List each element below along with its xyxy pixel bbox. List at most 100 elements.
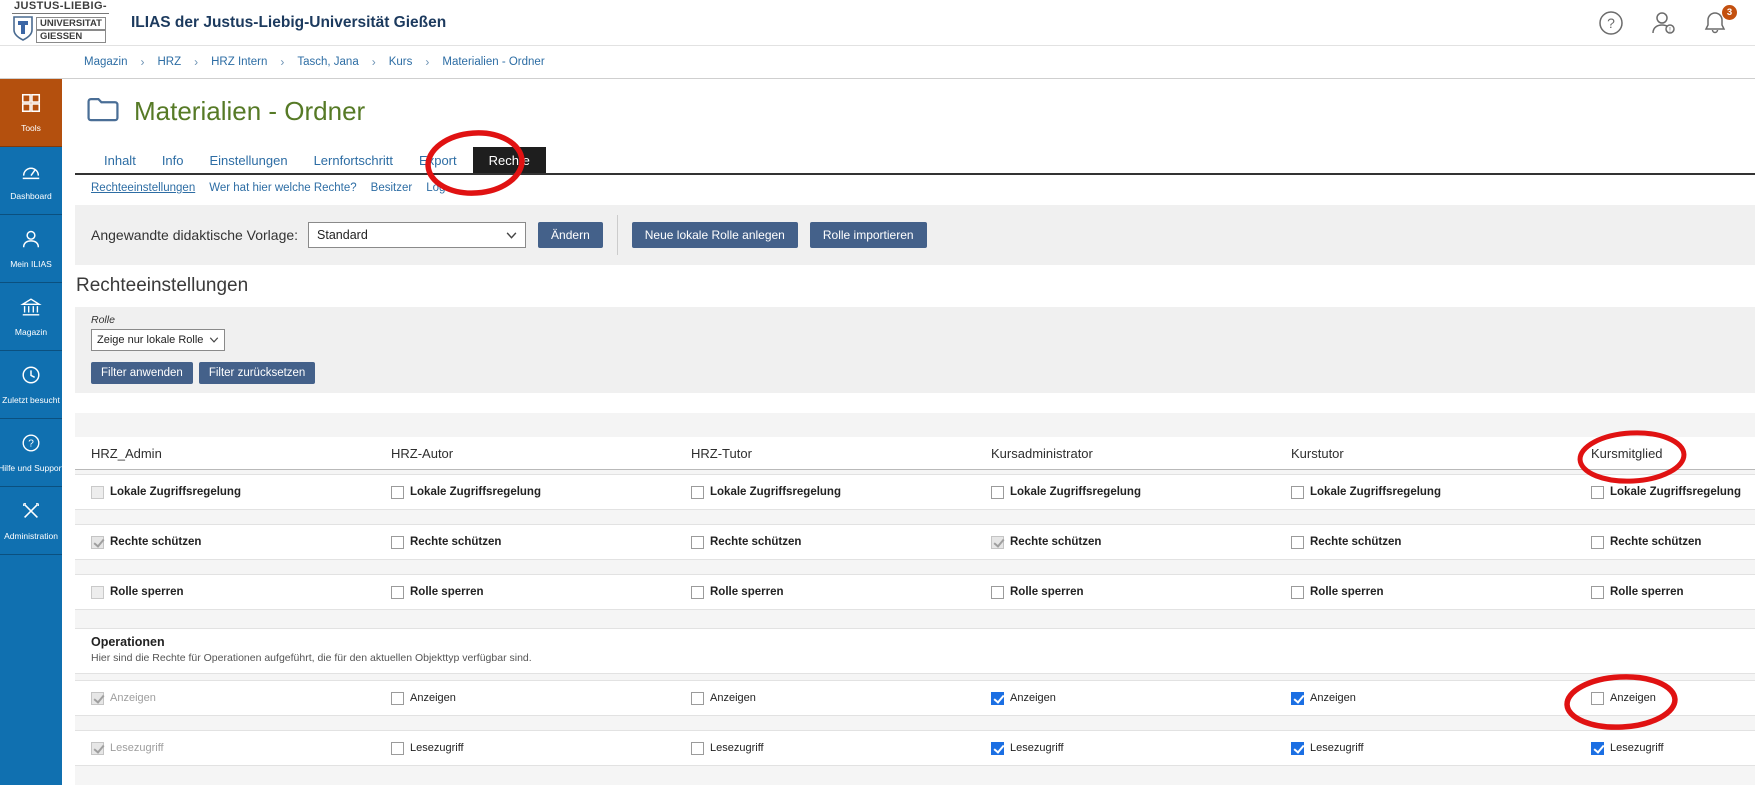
dashboard-icon — [20, 160, 42, 187]
table-header-row: HRZ_Admin HRZ-Autor HRZ-Tutor Kursadmini… — [75, 437, 1755, 470]
permission-checkbox[interactable] — [691, 692, 704, 705]
permission-checkbox[interactable] — [1291, 742, 1304, 755]
permission-label: Rechte schützen — [1010, 536, 1101, 548]
tab-info[interactable]: Info — [149, 147, 197, 173]
chevron-down-icon — [506, 228, 517, 242]
subtab-rechteeinstellungen[interactable]: Rechteeinstellungen — [91, 182, 195, 194]
filter-role-select[interactable]: Zeige nur lokale Rolle — [91, 329, 225, 351]
svg-text:?: ? — [28, 439, 34, 450]
didactic-template-select[interactable]: Standard — [308, 222, 526, 248]
permission-checkbox[interactable] — [991, 486, 1004, 499]
logo-text-line2: UNIVERSITAT — [36, 17, 106, 30]
breadcrumb-link[interactable]: Materialien - Ordner — [442, 56, 544, 68]
section-title: Rechteeinstellungen — [76, 275, 248, 297]
permission-checkbox[interactable] — [1291, 692, 1304, 705]
breadcrumb-link[interactable]: Magazin — [84, 56, 127, 68]
permission-checkbox[interactable] — [391, 486, 404, 499]
filter-role-label: Rolle — [91, 314, 1739, 326]
permission-checkbox[interactable] — [691, 486, 704, 499]
column-header-kurstutor: Kurstutor — [1291, 446, 1591, 461]
filter-reset-button[interactable]: Filter zurücksetzen — [199, 362, 316, 384]
tab-bar: Inhalt Info Einstellungen Lernfortschrit… — [75, 147, 1755, 175]
permission-label: Lesezugriff — [710, 742, 764, 754]
sidebar-item-zuletzt-besucht[interactable]: Zuletzt besucht — [0, 351, 62, 419]
breadcrumb-link[interactable]: Tasch, Jana — [297, 56, 358, 68]
permission-label: Lokale Zugriffsregelung — [1610, 486, 1741, 498]
permission-checkbox[interactable] — [91, 486, 104, 499]
table-top-strip — [75, 413, 1755, 437]
permission-checkbox[interactable] — [1291, 536, 1304, 549]
permission-checkbox[interactable] — [991, 742, 1004, 755]
breadcrumb-link[interactable]: HRZ — [157, 56, 181, 68]
clock-icon — [20, 364, 42, 391]
subtab-wer-hat-welche-rechte[interactable]: Wer hat hier welche Rechte? — [209, 182, 356, 194]
table-row-anzeigen: Anzeigen Anzeigen Anzeigen Anzeigen Anze… — [75, 680, 1755, 716]
breadcrumb-separator: › — [280, 55, 284, 69]
permission-checkbox[interactable] — [691, 536, 704, 549]
breadcrumb-link[interactable]: Kurs — [389, 56, 413, 68]
permission-checkbox[interactable] — [391, 692, 404, 705]
permission-label: Rolle sperren — [1310, 586, 1384, 598]
sidebar-item-magazin[interactable]: Magazin — [0, 283, 62, 351]
permission-label: Rolle sperren — [1010, 586, 1084, 598]
permission-checkbox[interactable] — [1291, 586, 1304, 599]
breadcrumb-link[interactable]: HRZ Intern — [211, 56, 267, 68]
filter-apply-button[interactable]: Filter anwenden — [91, 362, 193, 384]
breadcrumb-separator: › — [194, 55, 198, 69]
sidebar-item-tools[interactable]: Tools — [0, 79, 62, 147]
sidebar-item-hilfe-und-support[interactable]: ? Hilfe und Support — [0, 419, 62, 487]
new-local-role-button[interactable]: Neue lokale Rolle anlegen — [632, 222, 798, 248]
breadcrumb-separator: › — [140, 55, 144, 69]
sidebar-item-mein-ilias[interactable]: Mein ILIAS — [0, 215, 62, 283]
tab-lernfortschritt[interactable]: Lernfortschritt — [301, 147, 406, 173]
subtab-log[interactable]: Log — [426, 182, 445, 194]
permission-checkbox[interactable] — [1591, 742, 1604, 755]
user-menu-icon[interactable]: ! — [1649, 9, 1677, 37]
subtab-besitzer[interactable]: Besitzer — [371, 182, 413, 194]
permission-label: Anzeigen — [410, 692, 456, 704]
permission-checkbox[interactable] — [1591, 536, 1604, 549]
tab-inhalt[interactable]: Inhalt — [91, 147, 149, 173]
column-header-kursadministrator: Kursadministrator — [991, 446, 1291, 461]
import-role-button[interactable]: Rolle importieren — [810, 222, 927, 248]
permission-checkbox[interactable] — [691, 586, 704, 599]
permission-checkbox[interactable] — [91, 536, 104, 549]
permission-label: Rechte schützen — [1310, 536, 1401, 548]
permission-checkbox[interactable] — [391, 586, 404, 599]
permission-checkbox[interactable] — [991, 536, 1004, 549]
divider — [617, 215, 618, 255]
permission-label: Rechte schützen — [410, 536, 501, 548]
university-logo[interactable]: JUSTUS-LIEBIG- UNIVERSITAT GIESSEN — [12, 0, 109, 46]
column-header-kursmitglied: Kursmitglied — [1591, 446, 1755, 461]
notifications-bell-icon[interactable]: 3 — [1701, 9, 1729, 37]
permission-checkbox[interactable] — [1291, 486, 1304, 499]
permission-checkbox[interactable] — [391, 742, 404, 755]
permission-checkbox[interactable] — [991, 586, 1004, 599]
user-icon — [20, 228, 42, 255]
university-shield-icon — [12, 15, 34, 46]
breadcrumb: Magazin › HRZ › HRZ Intern › Tasch, Jana… — [0, 46, 1755, 79]
tab-export[interactable]: Export — [406, 147, 470, 173]
permission-checkbox[interactable] — [1591, 486, 1604, 499]
permission-checkbox[interactable] — [391, 536, 404, 549]
kursmitglied-anzeigen-checkbox[interactable] — [1591, 692, 1604, 705]
permission-checkbox[interactable] — [691, 742, 704, 755]
tab-rechte[interactable]: Rechte — [473, 147, 546, 173]
help-icon[interactable]: ? — [1597, 9, 1625, 37]
permission-label: Rechte schützen — [1610, 536, 1701, 548]
app-title: ILIAS der Justus-Liebig-Universität Gieß… — [131, 14, 446, 32]
change-template-button[interactable]: Ändern — [538, 222, 603, 248]
sidebar-item-dashboard[interactable]: Dashboard — [0, 147, 62, 215]
main-sidebar: Tools Dashboard Mein ILIAS — [0, 79, 62, 785]
permission-checkbox[interactable] — [91, 742, 104, 755]
operations-title: Operationen — [91, 635, 1755, 649]
folder-icon — [86, 95, 120, 127]
permission-checkbox[interactable] — [991, 692, 1004, 705]
notification-count-badge: 3 — [1722, 5, 1737, 20]
tab-einstellungen[interactable]: Einstellungen — [197, 147, 301, 173]
permission-label: Anzeigen — [710, 692, 756, 704]
permission-checkbox[interactable] — [91, 586, 104, 599]
permission-checkbox[interactable] — [91, 692, 104, 705]
permission-checkbox[interactable] — [1591, 586, 1604, 599]
sidebar-item-administration[interactable]: Administration — [0, 487, 62, 555]
